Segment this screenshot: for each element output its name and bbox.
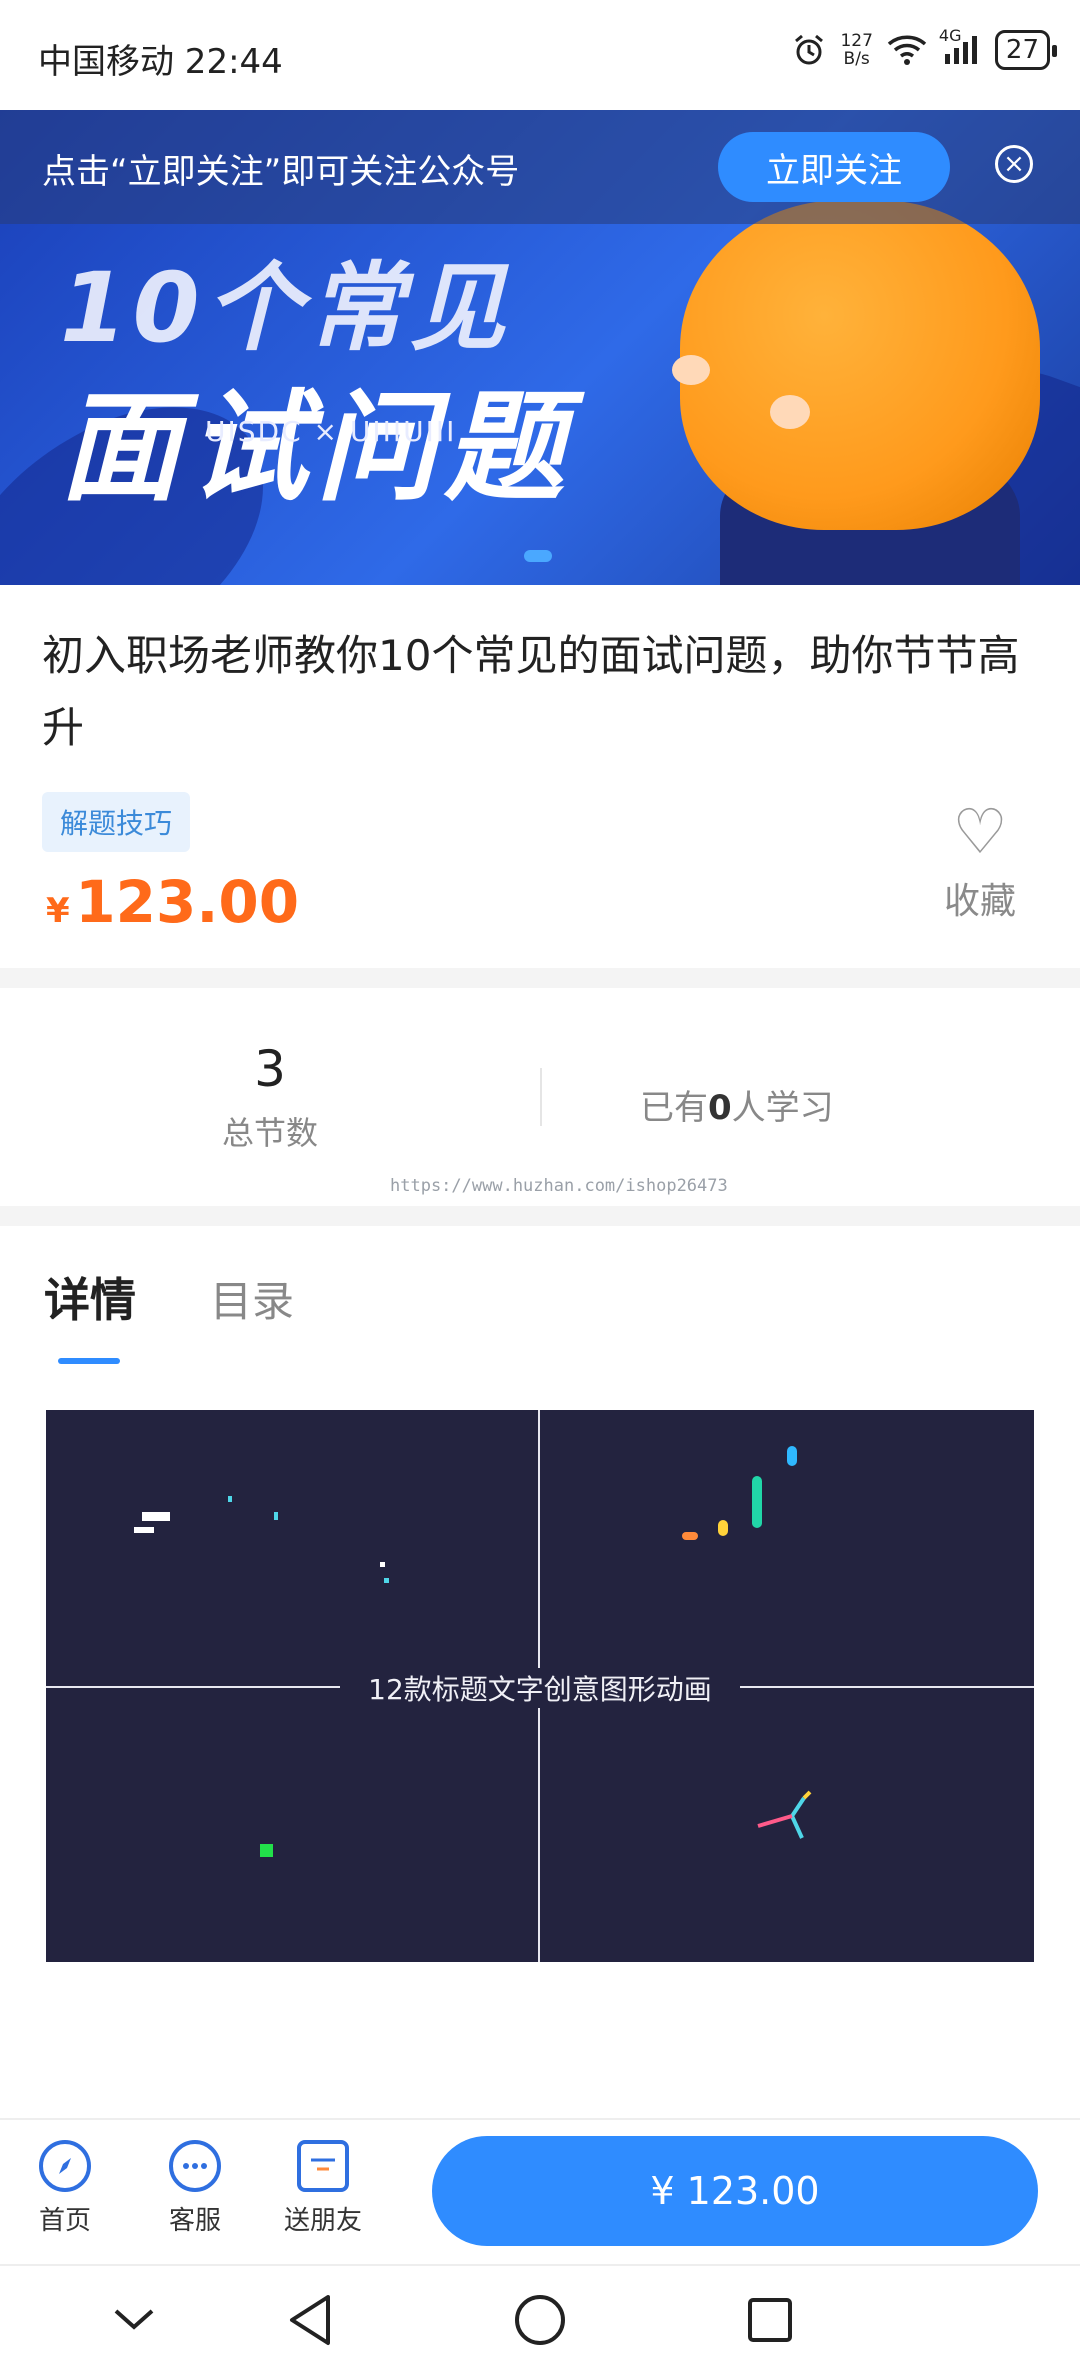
sections-stat: 3 总节数	[120, 1040, 420, 1154]
favorite-button[interactable]: ♡ 收藏	[930, 800, 1030, 924]
wifi-icon	[887, 34, 927, 66]
course-title: 初入职场老师教你10个常见的面试问题，助你节节高升	[42, 631, 1020, 752]
signal-icon: 4G	[939, 26, 981, 66]
chat-bubble-icon	[169, 2140, 221, 2192]
price-value: 123.00	[75, 868, 300, 936]
home-icon[interactable]	[510, 2290, 570, 2350]
recents-icon[interactable]	[740, 2290, 800, 2350]
nav-service[interactable]: 客服	[140, 2140, 250, 2237]
learners-stat: 已有0人学习	[640, 1080, 834, 1129]
tab-detail[interactable]: 详情	[44, 1264, 136, 1330]
status-icons: 127 B/s 4G 27	[792, 26, 1058, 70]
net-speed-value: 127	[840, 31, 873, 51]
course-tag[interactable]: 解题技巧	[42, 792, 191, 852]
price-currency: ¥	[46, 891, 70, 931]
nav-gift-label: 送朋友	[283, 2206, 362, 2236]
follow-button[interactable]: 立即关注	[718, 132, 950, 202]
nav-service-label: 客服	[168, 2206, 221, 2236]
chevron-down-icon[interactable]	[104, 2290, 164, 2350]
close-icon[interactable]: ×	[995, 145, 1033, 183]
carousel-indicator[interactable]	[524, 550, 552, 562]
compass-icon	[39, 2140, 91, 2192]
status-bar: 中国移动 22:44 127 B/s 4G 27	[0, 0, 1080, 110]
illustration-hand	[770, 395, 810, 429]
learners-prefix: 已有	[640, 1088, 708, 1128]
net-speed-unit: B/s	[843, 49, 870, 69]
banner-brand: UISDC × UIIIUIII	[205, 415, 457, 448]
sections-label: 总节数	[221, 1114, 318, 1152]
nav-gift[interactable]: 送朋友	[268, 2140, 378, 2237]
learners-count: 0	[708, 1088, 732, 1128]
nav-home-label: 首页	[38, 2206, 91, 2236]
battery-icon: 27	[994, 30, 1058, 70]
divider	[0, 1206, 1080, 1226]
buy-button[interactable]: ¥ 123.00	[432, 2136, 1038, 2246]
sections-count: 3	[254, 1040, 286, 1098]
carrier-time: 中国移动 22:44	[38, 42, 283, 82]
illustration-hand	[672, 355, 710, 385]
back-icon[interactable]	[280, 2290, 340, 2350]
banner-headline: 10个常见	[60, 252, 512, 364]
watermark-url: https://www.huzhan.com/ishop26473	[390, 1176, 728, 1196]
illustration-person	[680, 200, 1040, 530]
learners-suffix: 人学习	[731, 1088, 834, 1128]
net-speed: 127 B/s	[840, 32, 872, 68]
tab-catalog[interactable]: 目录	[210, 1268, 294, 1329]
course-price: ¥ 123.00	[46, 868, 299, 936]
stat-divider	[540, 1068, 542, 1126]
signal-label: 4G	[938, 26, 962, 45]
alarm-icon	[792, 33, 826, 67]
divider	[0, 968, 1080, 988]
nav-home[interactable]: 首页	[10, 2140, 120, 2237]
favorite-label: 收藏	[943, 881, 1016, 922]
video-title: 12款标题文字创意图形动画	[368, 1673, 712, 1706]
gift-icon	[297, 2140, 349, 2192]
heart-add-icon: ♡	[952, 795, 1008, 868]
active-tab-indicator	[58, 1358, 120, 1364]
follow-hint: 点击“立即关注”即可关注公众号	[42, 152, 520, 192]
